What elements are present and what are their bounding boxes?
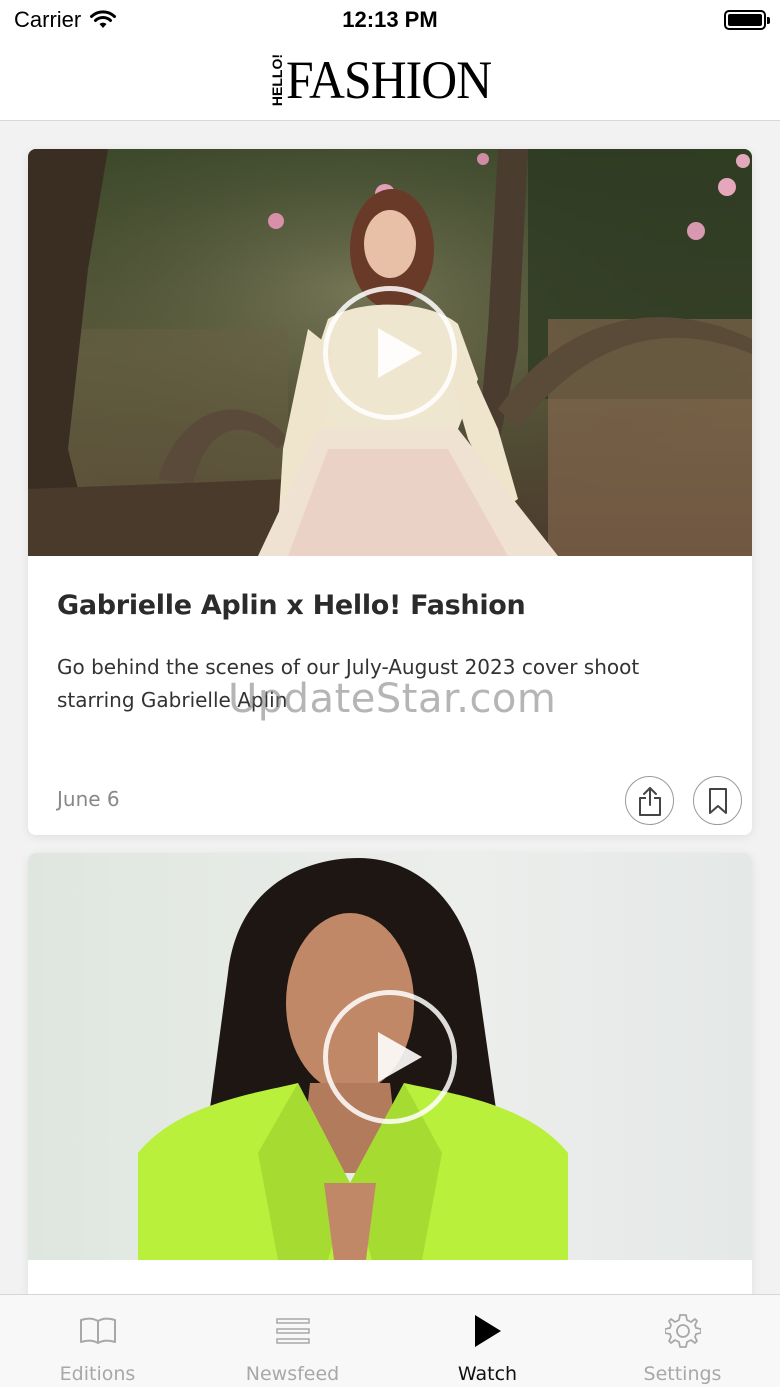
tab-editions[interactable]: Editions <box>0 1295 195 1387</box>
share-button[interactable] <box>625 776 674 825</box>
play-icon[interactable] <box>323 286 457 420</box>
list-icon <box>275 1318 310 1344</box>
video-description: Go behind the scenes of our July-August … <box>57 655 640 712</box>
book-icon <box>79 1317 116 1344</box>
share-icon <box>638 786 661 816</box>
video-thumbnail[interactable] <box>28 149 752 556</box>
tab-watch[interactable]: Watch <box>390 1295 585 1387</box>
tab-bar: Editions Newsfeed Watch Settings <box>0 1294 780 1387</box>
tab-label: Settings <box>643 1363 722 1385</box>
bookmark-button[interactable] <box>693 776 742 825</box>
play-icon <box>474 1315 501 1347</box>
video-date: June 6 <box>57 787 120 811</box>
play-icon[interactable] <box>323 990 457 1124</box>
video-card[interactable] <box>28 853 752 1294</box>
app-header: HELLO! FASHION <box>0 40 780 121</box>
bookmark-icon <box>708 787 727 814</box>
tab-newsfeed[interactable]: Newsfeed <box>195 1295 390 1387</box>
video-card[interactable]: Gabrielle Aplin x Hello! Fashion Go behi… <box>28 149 752 835</box>
logo-hello: HELLO! <box>269 53 286 107</box>
status-time: 12:13 PM <box>342 7 438 32</box>
video-feed[interactable]: Gabrielle Aplin x Hello! Fashion Go behi… <box>0 122 780 1294</box>
status-bar: Carrier 12:13 PM <box>0 0 780 40</box>
battery-icon <box>724 10 770 30</box>
hello-fashion-logo: HELLO! FASHION <box>269 50 509 110</box>
video-thumbnail[interactable] <box>28 853 752 1260</box>
gear-icon <box>664 1314 701 1348</box>
logo-fashion: FASHION <box>286 50 492 110</box>
tab-label: Watch <box>457 1363 518 1385</box>
tab-label: Editions <box>59 1363 136 1385</box>
tab-label: Newsfeed <box>245 1363 340 1385</box>
tab-settings[interactable]: Settings <box>585 1295 780 1387</box>
video-title[interactable]: Gabrielle Aplin x Hello! Fashion <box>57 590 727 621</box>
